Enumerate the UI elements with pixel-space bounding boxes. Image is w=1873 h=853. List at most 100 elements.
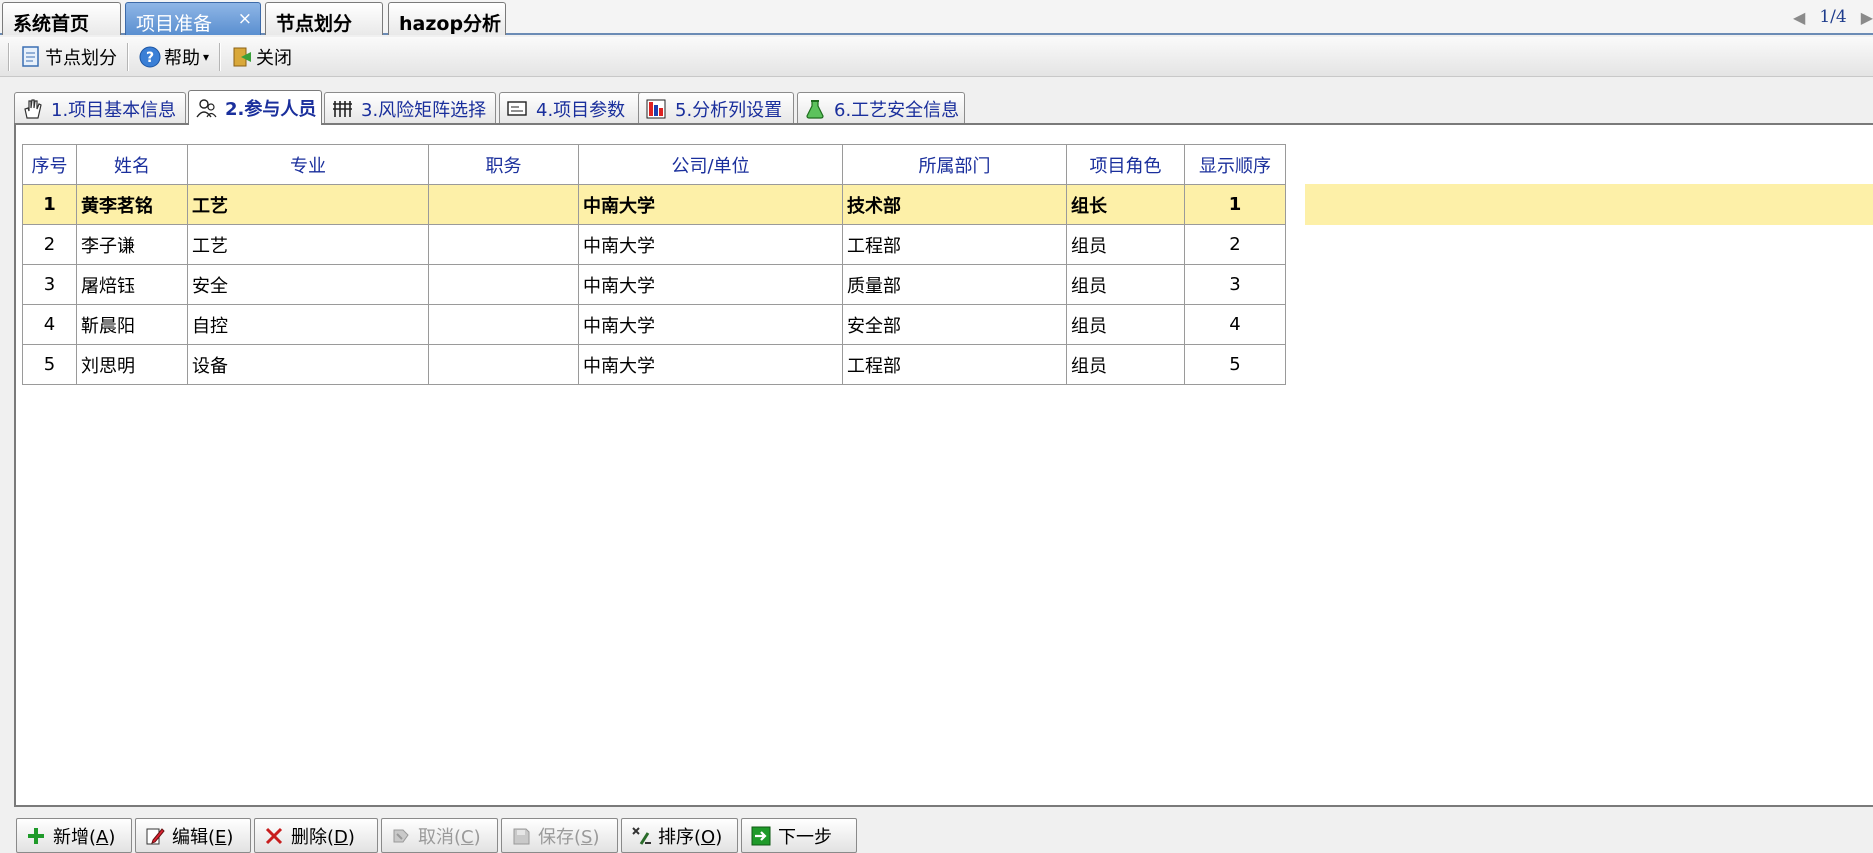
cell-order: 4 xyxy=(1184,304,1286,345)
tab-label: 6.工艺安全信息 xyxy=(834,99,960,121)
edit-icon xyxy=(144,825,166,847)
cancel-button[interactable]: 取消(C) xyxy=(381,818,498,853)
cell-position xyxy=(428,264,579,305)
undo-icon xyxy=(390,825,412,847)
column-header-specialty[interactable]: 专业 xyxy=(187,144,429,185)
cell-name: 刘思明 xyxy=(76,344,188,385)
edit-button[interactable]: 编辑(E) xyxy=(135,818,251,853)
tab-label: 1.项目基本信息 xyxy=(51,99,177,121)
column-header-name[interactable]: 姓名 xyxy=(76,144,188,185)
close-label: 关闭 xyxy=(256,47,293,69)
cell-department: 工程部 xyxy=(842,224,1067,265)
tab-analysis-columns[interactable]: 5.分析列设置 xyxy=(638,92,794,124)
tab-pager: ◀ 1/4 ▶ xyxy=(1793,4,1873,30)
cell-company: 中南大学 xyxy=(578,264,843,305)
cell-index: 3 xyxy=(22,264,77,305)
cell-index: 5 xyxy=(22,344,77,385)
cell-order: 2 xyxy=(1184,224,1286,265)
cell-order: 1 xyxy=(1184,184,1286,225)
add-button[interactable]: 新增(A) xyxy=(16,818,132,853)
tab-basic-info[interactable]: 1.项目基本信息 xyxy=(14,92,186,124)
grid-icon xyxy=(331,98,353,120)
plus-icon xyxy=(25,825,47,847)
save-label: 保存(S) xyxy=(538,826,600,848)
table-row[interactable]: 5 刘思明 设备 中南大学 工程部 组员 5 xyxy=(22,344,1286,385)
table-row[interactable]: 4 靳晨阳 自控 中南大学 安全部 组员 4 xyxy=(22,304,1286,345)
save-icon xyxy=(510,825,532,847)
doc-tab-label: 项目准备 xyxy=(136,13,213,35)
column-header-order[interactable]: 显示顺序 xyxy=(1184,144,1286,185)
toolbar: 节点划分 ? 帮助 ▾ 关闭 xyxy=(0,37,1873,77)
tab-label: 3.风险矩阵选择 xyxy=(361,99,487,121)
cell-department: 安全部 xyxy=(842,304,1067,345)
column-header-company[interactable]: 公司/单位 xyxy=(578,144,843,185)
column-header-department[interactable]: 所属部门 xyxy=(842,144,1067,185)
column-header-index[interactable]: 序号 xyxy=(22,144,77,185)
flask-icon xyxy=(804,98,826,120)
cell-role: 组员 xyxy=(1066,224,1185,265)
delete-label: 删除(D) xyxy=(291,826,355,848)
cell-company: 中南大学 xyxy=(578,344,843,385)
tab-project-params[interactable]: 4.项目参数 xyxy=(499,92,651,124)
people-icon xyxy=(195,97,217,119)
cell-name: 李子谦 xyxy=(76,224,188,265)
doc-tab-home[interactable]: 系统首页 xyxy=(2,2,121,35)
toolbar-separator xyxy=(127,42,129,71)
card-icon xyxy=(506,98,528,120)
cancel-label: 取消(C) xyxy=(418,826,481,848)
cell-name: 屠焙钰 xyxy=(76,264,188,305)
tab-participants[interactable]: 2.参与人员 xyxy=(188,90,322,125)
next-step-label: 下一步 xyxy=(778,826,832,848)
doc-tab-hazop[interactable]: hazop分析 xyxy=(388,2,506,35)
tab-label: 4.项目参数 xyxy=(536,99,626,121)
cell-specialty: 自控 xyxy=(187,304,429,345)
prev-page-icon[interactable]: ◀ xyxy=(1793,8,1805,27)
cell-specialty: 安全 xyxy=(187,264,429,305)
chevron-down-icon: ▾ xyxy=(203,49,210,64)
help-button[interactable]: ? 帮助 ▾ xyxy=(135,42,213,72)
doc-tab-label: 系统首页 xyxy=(13,13,90,35)
tab-risk-matrix[interactable]: 3.风险矩阵选择 xyxy=(324,92,496,124)
cell-position xyxy=(428,344,579,385)
sort-button[interactable]: 排序(O) xyxy=(621,818,738,853)
save-button[interactable]: 保存(S) xyxy=(501,818,618,853)
columns-icon xyxy=(645,98,667,120)
next-step-button[interactable]: 下一步 xyxy=(741,818,857,853)
cell-company: 中南大学 xyxy=(578,224,843,265)
column-header-position[interactable]: 职务 xyxy=(428,144,579,185)
table-row[interactable]: 1 黄李茗铭 工艺 中南大学 技术部 组长 1 xyxy=(22,184,1286,225)
table-header-row: 序号 姓名 专业 职务 公司/单位 所属部门 项目角色 显示顺序 xyxy=(22,144,1286,185)
help-icon: ? xyxy=(139,46,161,68)
document-tab-bar: 系统首页 项目准备 × 节点划分 hazop分析 ◀ 1/4 ▶ xyxy=(0,0,1873,35)
selected-row-highlight xyxy=(1305,184,1873,225)
doc-tab-project-prep[interactable]: 项目准备 × xyxy=(125,2,261,35)
cell-name: 黄李茗铭 xyxy=(76,184,188,225)
delete-button[interactable]: 删除(D) xyxy=(254,818,378,853)
delete-x-icon xyxy=(263,825,285,847)
cell-name: 靳晨阳 xyxy=(76,304,188,345)
cell-specialty: 工艺 xyxy=(187,184,429,225)
cell-department: 质量部 xyxy=(842,264,1067,305)
close-icon[interactable]: × xyxy=(238,9,252,29)
table-row[interactable]: 3 屠焙钰 安全 中南大学 质量部 组员 3 xyxy=(22,264,1286,305)
close-button[interactable]: 关闭 xyxy=(227,42,296,72)
cell-department: 工程部 xyxy=(842,344,1067,385)
tab-process-safety[interactable]: 6.工艺安全信息 xyxy=(797,92,965,124)
column-header-role[interactable]: 项目角色 xyxy=(1066,144,1185,185)
svg-text:?: ? xyxy=(146,50,154,66)
next-page-icon[interactable]: ▶ xyxy=(1861,8,1873,27)
doc-tab-node-split[interactable]: 节点划分 xyxy=(265,2,383,35)
toolbar-grip xyxy=(8,42,10,71)
node-split-button[interactable]: 节点划分 xyxy=(16,42,121,72)
participants-table: 序号 姓名 专业 职务 公司/单位 所属部门 项目角色 显示顺序 1 黄李茗铭 … xyxy=(22,144,1286,385)
table-row[interactable]: 2 李子谦 工艺 中南大学 工程部 组员 2 xyxy=(22,224,1286,265)
tab-label: 5.分析列设置 xyxy=(675,99,783,121)
page-indicator: 1/4 xyxy=(1819,7,1847,27)
cell-role: 组长 xyxy=(1066,184,1185,225)
doc-tab-label: hazop分析 xyxy=(399,13,502,35)
cell-position xyxy=(428,224,579,265)
document-icon xyxy=(20,45,42,68)
cell-order: 5 xyxy=(1184,344,1286,385)
add-label: 新增(A) xyxy=(53,826,116,848)
form-tab-bar: 1.项目基本信息 2.参与人员 3.风险矩阵选择 4.项目参数 5.分析列设置 … xyxy=(14,90,1873,125)
